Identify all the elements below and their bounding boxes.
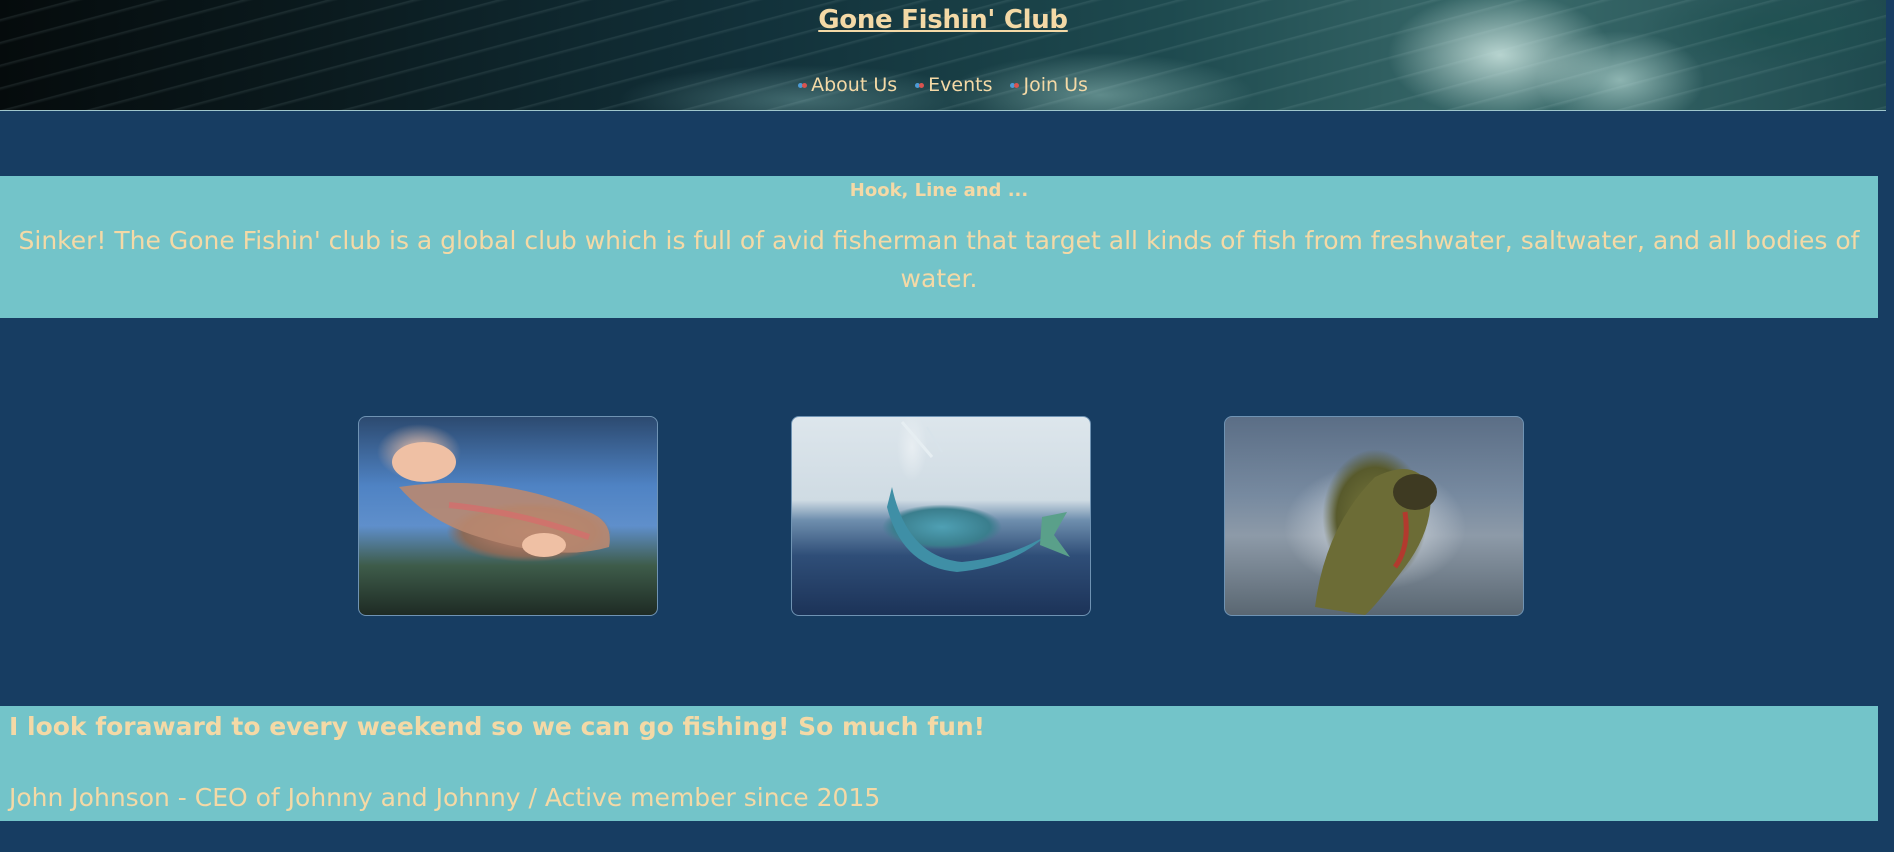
testimonial-attribution: John Johnson - CEO of Johnny and Johnny … xyxy=(9,783,881,812)
main-nav: About Us Events Join Us xyxy=(0,74,1886,96)
nav-item-label: Events xyxy=(928,74,993,96)
header-banner: Gone Fishin' Club About Us Events Join U… xyxy=(0,0,1886,111)
nav-item-about-us[interactable]: About Us xyxy=(798,74,897,96)
intro-text: Sinker! The Gone Fishin' club is a globa… xyxy=(18,226,1860,293)
intro-section: Hook, Line and ... Sinker! The Gone Fish… xyxy=(0,176,1878,318)
intro-heading: Hook, Line and ... xyxy=(849,180,1029,201)
bullet-icon xyxy=(915,80,925,90)
testimonial-section: I look foraward to every weekend so we c… xyxy=(0,706,1878,821)
largemouth-bass-photo xyxy=(1224,416,1524,616)
photo-gallery xyxy=(0,416,1886,616)
nav-item-events[interactable]: Events xyxy=(915,74,992,96)
nav-item-join-us[interactable]: Join Us xyxy=(1010,74,1088,96)
mahi-mahi-photo xyxy=(791,416,1091,616)
nav-item-label: About Us xyxy=(811,74,898,96)
page: Gone Fishin' Club About Us Events Join U… xyxy=(0,0,1894,852)
bullet-icon xyxy=(798,80,808,90)
nav-item-label: Join Us xyxy=(1023,74,1088,96)
rainbow-trout-photo xyxy=(358,416,658,616)
bullet-icon xyxy=(1010,80,1020,90)
site-title[interactable]: Gone Fishin' Club xyxy=(0,5,1886,35)
testimonial-quote: I look foraward to every weekend so we c… xyxy=(9,712,986,741)
